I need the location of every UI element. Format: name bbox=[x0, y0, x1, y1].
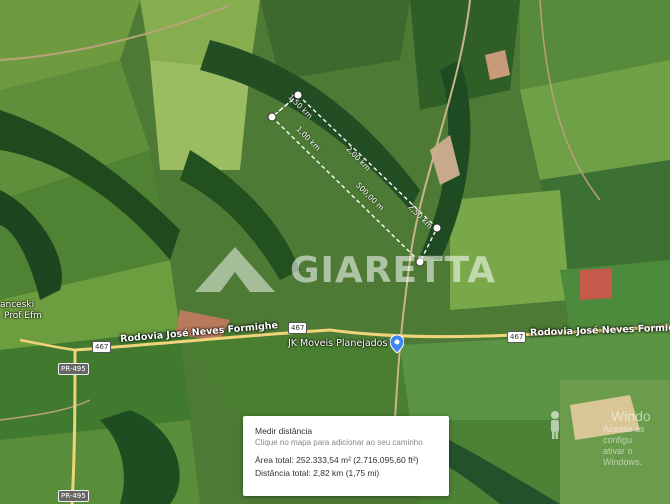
windows-watermark-line3: ativar o Windows. bbox=[603, 446, 643, 467]
total-distance-label: Distância total: bbox=[255, 468, 311, 478]
school-label-line1: anceski bbox=[0, 300, 35, 310]
location-pin-icon[interactable] bbox=[389, 334, 405, 358]
road-shield-467-east: 467 bbox=[507, 331, 527, 343]
road-shield-pr495-north: PR-495 bbox=[58, 363, 89, 375]
total-distance-value: 2,82 km (1,75 mi) bbox=[313, 468, 380, 478]
giaretta-logo-icon bbox=[195, 247, 275, 292]
giaretta-watermark: GIARETTA bbox=[190, 242, 495, 302]
satellite-map[interactable]: 1,50 km 1,00 km 2,00 km 500,00 m 2,50 km… bbox=[0, 0, 670, 504]
measure-distance-panel: Medir distância Clique no mapa para adic… bbox=[243, 416, 449, 496]
total-area-label: Área total: bbox=[255, 455, 294, 465]
road-shield-467-west: 467 bbox=[92, 341, 112, 353]
total-area-value: 252.333,54 m² (2.716.095,60 ft²) bbox=[296, 455, 419, 465]
road-shield-pr495-south: PR-495 bbox=[58, 490, 89, 502]
total-distance-row: Distância total: 2,82 km (1,75 mi) bbox=[255, 468, 437, 478]
watermark-text: GIARETTA bbox=[290, 250, 497, 291]
business-label[interactable]: JK Moveis Planejados bbox=[288, 338, 387, 349]
total-area-row: Área total: 252.333,54 m² (2.716.095,60 … bbox=[255, 455, 437, 465]
street-view-pegman-icon[interactable] bbox=[545, 410, 565, 445]
school-label-line2: Prof Efm bbox=[4, 311, 42, 321]
windows-activation-watermark: Windo Acesse as configu ativar o Windows… bbox=[545, 408, 670, 468]
panel-hint: Clique no mapa para adicionar ao seu cam… bbox=[255, 438, 423, 447]
panel-title: Medir distância bbox=[255, 426, 313, 436]
road-shield-467-center: 467 bbox=[288, 322, 308, 334]
